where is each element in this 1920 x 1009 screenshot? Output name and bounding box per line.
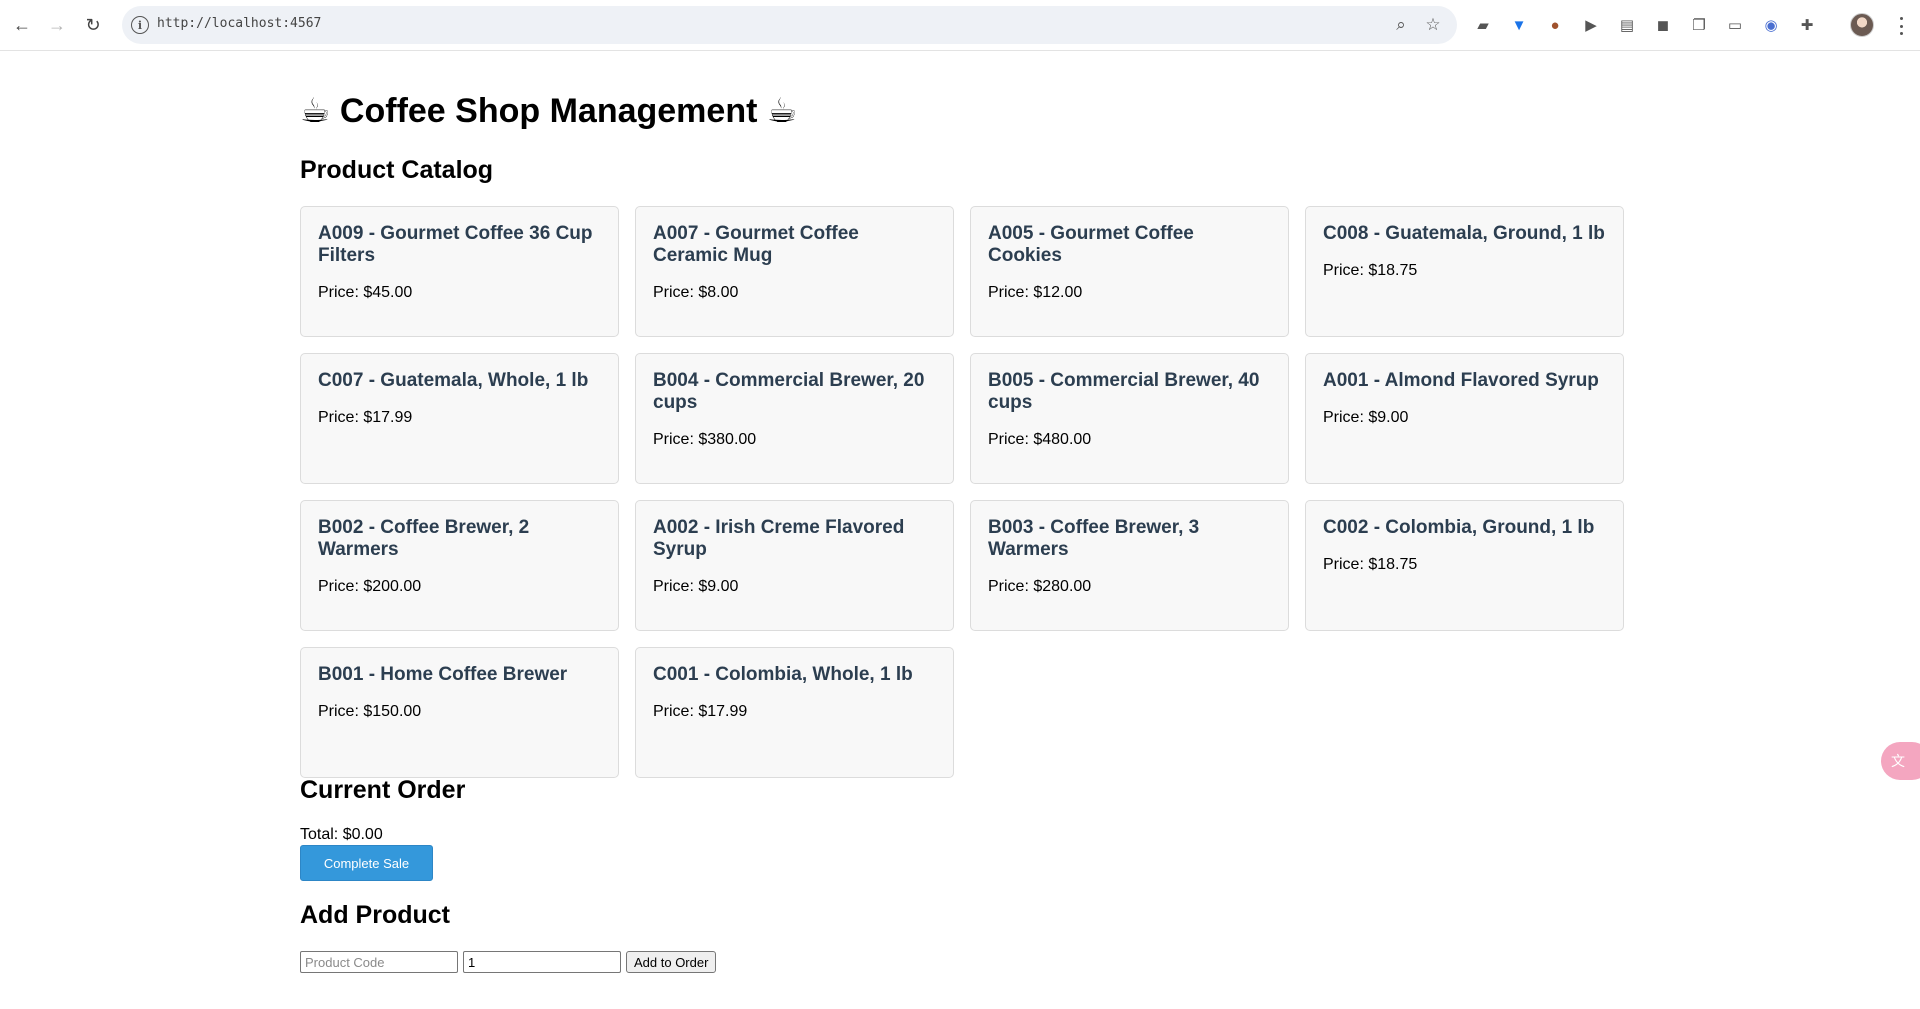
- extension-box-icon[interactable]: ▭: [1724, 14, 1746, 36]
- complete-sale-button[interactable]: Complete Sale: [300, 845, 433, 881]
- product-card[interactable]: A005 - Gourmet Coffee Cookies Price: $12.…: [970, 206, 1289, 337]
- extension-v-icon[interactable]: ▼: [1508, 14, 1530, 36]
- extension-document-icon[interactable]: ▤: [1616, 14, 1638, 36]
- product-card[interactable]: C002 - Colombia, Ground, 1 lb Price: $18.…: [1305, 500, 1624, 631]
- product-name: C001 - Colombia, Whole, 1 lb: [653, 664, 913, 685]
- product-price: Price: $8.00: [653, 284, 739, 301]
- product-price: Price: $18.75: [1323, 262, 1418, 279]
- product-card[interactable]: C001 - Colombia, Whole, 1 lb Price: $17.9…: [635, 647, 954, 778]
- page-title: ☕ Coffee Shop Management ☕: [300, 92, 798, 130]
- order-total: Total: $0.00: [300, 826, 383, 843]
- product-code-input[interactable]: [300, 951, 458, 973]
- bookmark-star-icon[interactable]: ☆: [1422, 14, 1444, 36]
- quantity-input[interactable]: [463, 951, 621, 973]
- product-card[interactable]: A009 - Gourmet Coffee 36 Cup Filters Pric…: [300, 206, 619, 337]
- product-name: A005 - Gourmet Coffee Cookies: [988, 223, 1194, 266]
- url-text: http://localhost:4567: [157, 16, 322, 31]
- add-product-heading: Add Product: [300, 901, 450, 929]
- product-price: Price: $17.99: [318, 409, 413, 426]
- product-card[interactable]: A002 - Irish Creme Flavored Syrup Price: …: [635, 500, 954, 631]
- product-price: Price: $480.00: [988, 431, 1092, 448]
- extension-copy-icon[interactable]: ❐: [1688, 14, 1710, 36]
- product-price: Price: $380.00: [653, 431, 757, 448]
- add-product-form: Add to Order: [300, 951, 717, 973]
- order-heading: Current Order: [300, 776, 466, 804]
- product-card[interactable]: B004 - Commercial Brewer, 20 cups Price: …: [635, 353, 954, 484]
- product-name: B004 - Commercial Brewer, 20 cups: [653, 370, 925, 413]
- product-card[interactable]: A001 - Almond Flavored Syrup Price: $9.00: [1305, 353, 1624, 484]
- product-name: B002 - Coffee Brewer, 2 Warmers: [318, 517, 530, 560]
- product-name: A007 - Gourmet Coffee Ceramic Mug: [653, 223, 859, 266]
- product-price: Price: $18.75: [1323, 556, 1418, 573]
- catalog-heading: Product Catalog: [300, 156, 494, 184]
- site-info-icon[interactable]: i: [131, 16, 149, 34]
- product-grid: A009 - Gourmet Coffee 36 Cup Filters Pric…: [300, 206, 1624, 778]
- product-card[interactable]: A007 - Gourmet Coffee Ceramic Mug Price: …: [635, 206, 954, 337]
- product-name: C007 - Guatemala, Whole, 1 lb: [318, 370, 589, 391]
- browser-menu-icon[interactable]: [1895, 14, 1907, 38]
- product-card[interactable]: C007 - Guatemala, Whole, 1 lb Price: $17.…: [300, 353, 619, 484]
- product-price: Price: $9.00: [1323, 409, 1409, 426]
- add-to-order-button[interactable]: Add to Order: [626, 951, 717, 973]
- product-card[interactable]: B001 - Home Coffee Brewer Price: $150.00: [300, 647, 619, 778]
- product-card[interactable]: B002 - Coffee Brewer, 2 Warmers Price: $2…: [300, 500, 619, 631]
- profile-avatar[interactable]: [1850, 13, 1874, 37]
- product-name: C002 - Colombia, Ground, 1 lb: [1323, 517, 1595, 538]
- product-card[interactable]: C008 - Guatemala, Ground, 1 lb Price: $18…: [1305, 206, 1624, 337]
- product-price: Price: $45.00: [318, 284, 413, 301]
- product-name: B005 - Commercial Brewer, 40 cups: [988, 370, 1260, 413]
- product-price: Price: $17.99: [653, 703, 748, 720]
- reload-icon[interactable]: ↻: [80, 12, 106, 38]
- product-name: A009 - Gourmet Coffee 36 Cup Filters: [318, 223, 593, 266]
- product-card[interactable]: B003 - Coffee Brewer, 3 Warmers Price: $2…: [970, 500, 1289, 631]
- extensions-puzzle-icon[interactable]: ✚: [1796, 14, 1818, 36]
- product-card[interactable]: B005 - Commercial Brewer, 40 cups Price: …: [970, 353, 1289, 484]
- extension-glasses-icon[interactable]: ◼: [1652, 14, 1674, 36]
- forward-icon[interactable]: →: [44, 12, 70, 38]
- extension-play-icon[interactable]: ▶: [1580, 14, 1602, 36]
- translate-icon[interactable]: 文: [1881, 742, 1920, 780]
- address-bar[interactable]: i http://localhost:4567 ⌕ ☆: [122, 6, 1457, 44]
- product-name: B003 - Coffee Brewer, 3 Warmers: [988, 517, 1200, 560]
- extension-incognito-icon[interactable]: ▰: [1472, 14, 1494, 36]
- product-name: A001 - Almond Flavored Syrup: [1323, 370, 1599, 391]
- product-name: C008 - Guatemala, Ground, 1 lb: [1323, 223, 1605, 244]
- product-price: Price: $200.00: [318, 578, 422, 595]
- product-price: Price: $280.00: [988, 578, 1092, 595]
- back-icon[interactable]: ←: [9, 12, 35, 38]
- product-price: Price: $12.00: [988, 284, 1083, 301]
- zoom-icon[interactable]: ⌕: [1390, 14, 1412, 36]
- product-price: Price: $150.00: [318, 703, 422, 720]
- extension-camera-icon[interactable]: ◉: [1760, 14, 1782, 36]
- product-name: B001 - Home Coffee Brewer: [318, 664, 568, 685]
- product-price: Price: $9.00: [653, 578, 739, 595]
- extension-cookie-icon[interactable]: ●: [1544, 14, 1566, 36]
- product-name: A002 - Irish Creme Flavored Syrup: [653, 517, 905, 560]
- browser-toolbar: ← → ↻ i http://localhost:4567 ⌕ ☆ ▰ ▼ ● …: [0, 0, 1920, 51]
